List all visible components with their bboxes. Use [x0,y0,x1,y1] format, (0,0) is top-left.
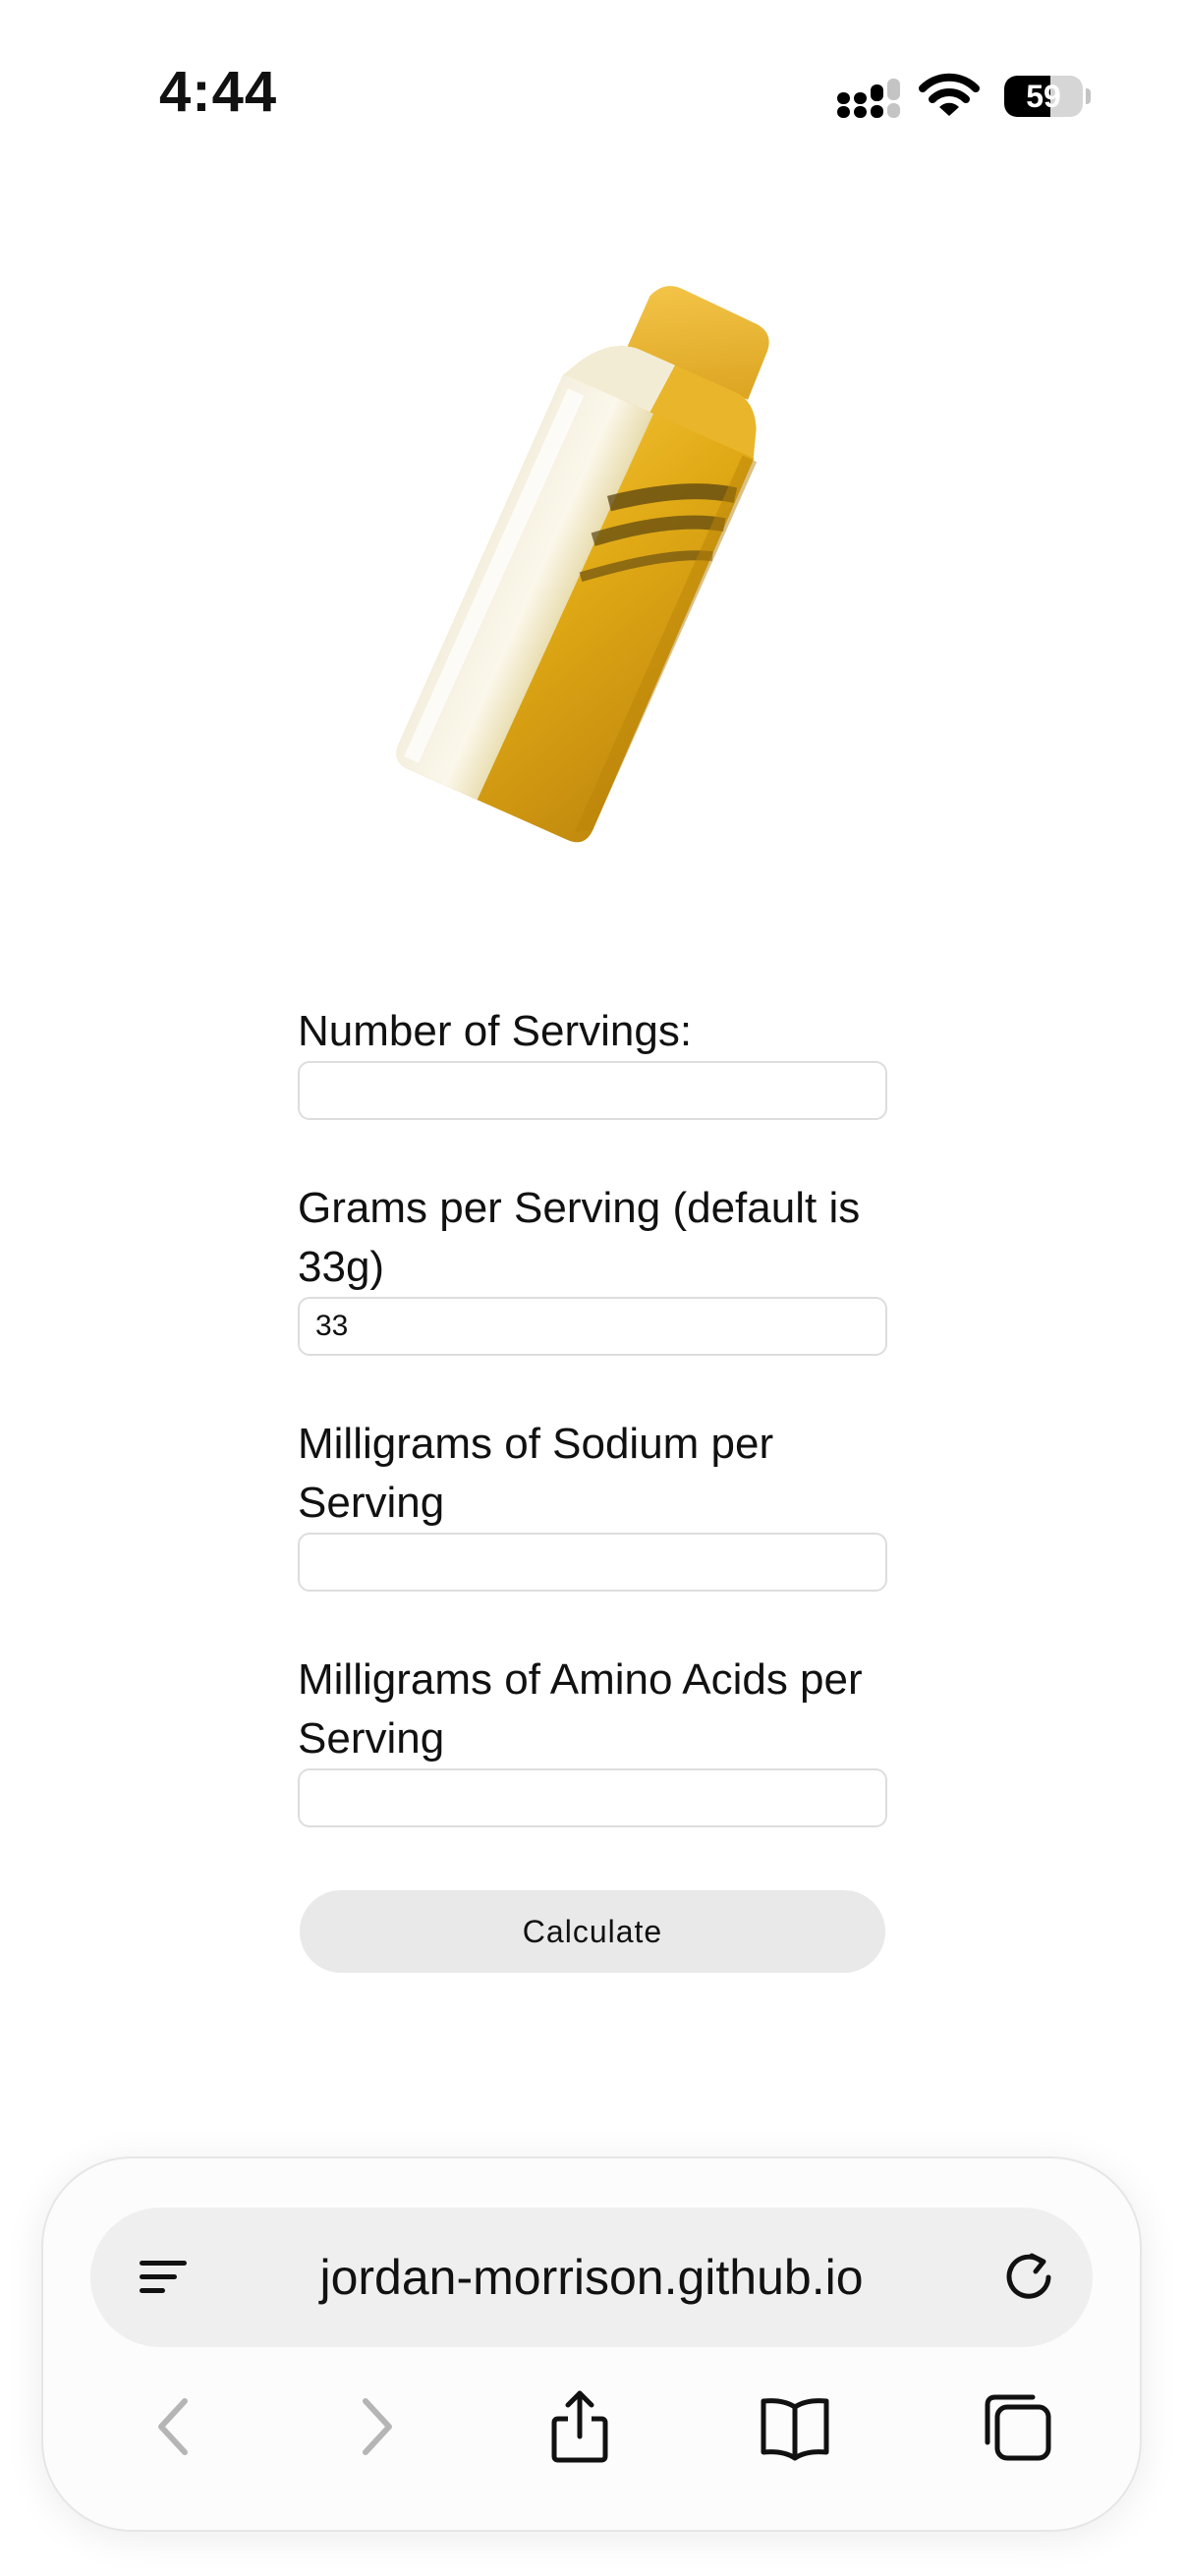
navigation-row [43,2380,1144,2468]
servings-field-group: Number of Servings: [298,1002,887,1120]
amino-field-group: Milligrams of Amino Acids per Serving [298,1651,887,1827]
status-time: 4:44 [159,60,278,124]
tabs-icon[interactable] [980,2389,1054,2464]
status-bar: 4:44 59 [0,0,1185,187]
battery-tip [1086,88,1091,104]
energy-gel-packet-image [396,286,769,843]
url-text[interactable]: jordan-morrison.github.io [218,2208,965,2347]
amino-input[interactable] [298,1768,887,1827]
servings-label: Number of Servings: [298,1007,693,1055]
calculate-button[interactable]: Calculate [300,1890,885,1973]
servings-input[interactable] [298,1061,887,1120]
address-bar[interactable]: jordan-morrison.github.io [90,2208,1093,2347]
share-icon[interactable] [542,2389,617,2464]
menu-lines-icon[interactable] [138,2255,189,2300]
grams-input[interactable] [298,1297,887,1356]
sodium-input[interactable] [298,1533,887,1592]
amino-label: Milligrams of Amino Acids per Serving [298,1655,863,1763]
chevron-left-icon[interactable] [138,2389,212,2464]
reload-icon[interactable] [1002,2250,1057,2305]
browser-toolbar: jordan-morrison.github.io [41,2156,1142,2532]
calculator-form: Number of Servings: Grams per Serving (d… [298,1002,887,1973]
battery-body: 59 [1004,76,1083,117]
battery-indicator: 59 [1004,76,1091,117]
wifi-icon [919,73,980,116]
grams-field-group: Grams per Serving (default is 33g) [298,1179,887,1356]
battery-level: 59 [1026,79,1061,114]
sodium-field-group: Milligrams of Sodium per Serving [298,1415,887,1592]
book-icon[interactable] [758,2389,832,2464]
sodium-label: Milligrams of Sodium per Serving [298,1420,774,1527]
grams-label: Grams per Serving (default is 33g) [298,1184,861,1291]
chevron-right-icon[interactable] [338,2389,413,2464]
cellular-signal-icon [837,79,900,118]
